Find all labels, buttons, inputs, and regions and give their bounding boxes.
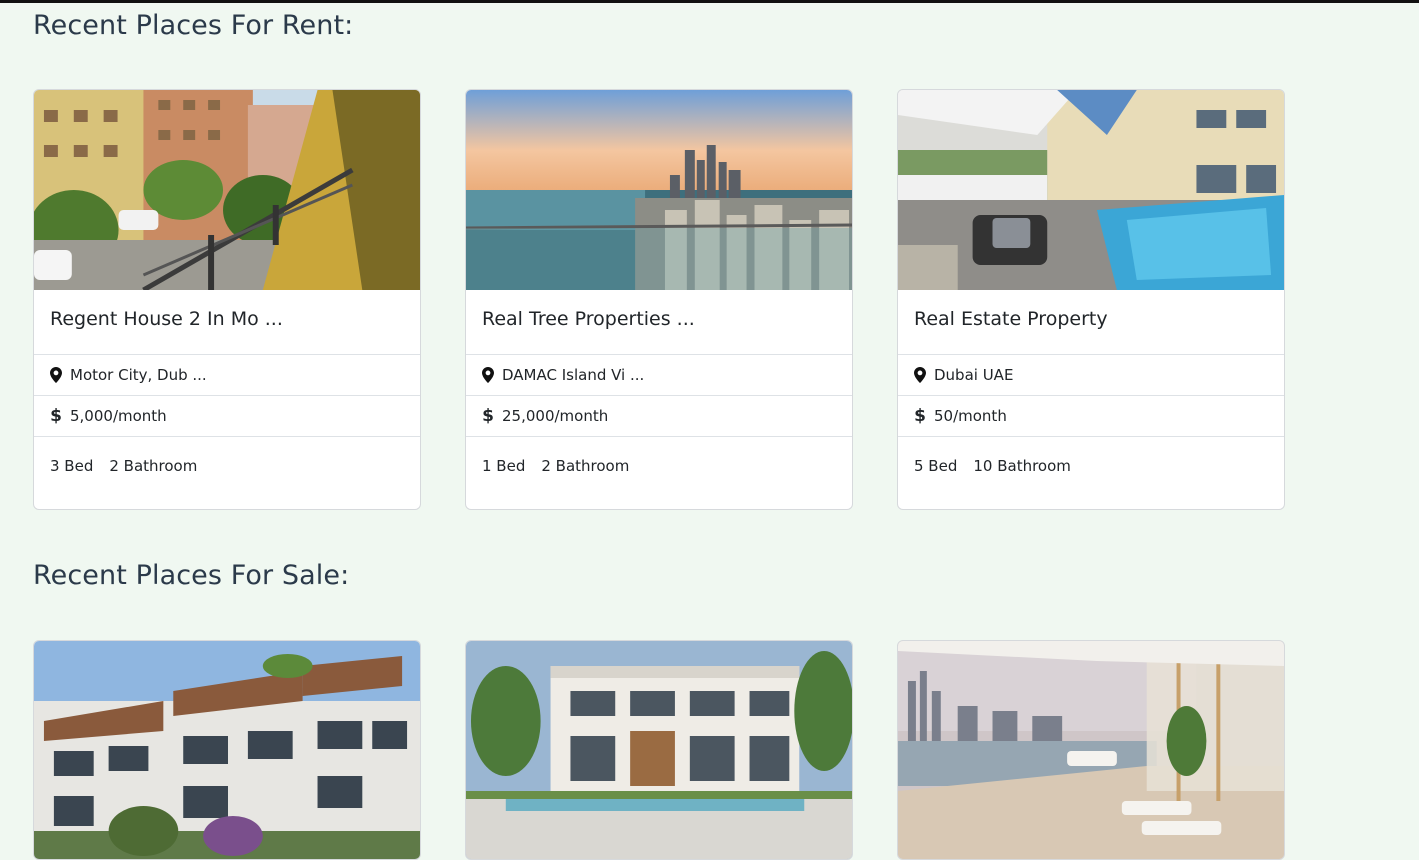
features-row: 5 Bed 10 Bathroom [898, 437, 1284, 509]
location-text: Dubai UAE [934, 366, 1014, 384]
price-row: $ 50/month [898, 396, 1284, 437]
property-image[interactable] [466, 641, 852, 859]
sale-card[interactable] [33, 640, 421, 860]
property-image[interactable] [898, 90, 1284, 290]
map-marker-icon [914, 367, 926, 383]
price-row: $ 5,000/month [34, 396, 420, 437]
beds-text: 1 Bed [482, 457, 526, 475]
price-text: 50/month [934, 407, 1007, 425]
property-image[interactable] [466, 90, 852, 290]
top-border [0, 0, 1419, 3]
baths-text: 2 Bathroom [109, 457, 198, 475]
beds-text: 5 Bed [914, 457, 958, 475]
baths-text: 10 Bathroom [973, 457, 1071, 475]
rent-section-title: Recent Places For Rent: [33, 10, 354, 41]
price-row: $ 25,000/month [466, 396, 852, 437]
sale-section-title: Recent Places For Sale: [33, 560, 350, 591]
property-image[interactable] [34, 641, 420, 859]
map-marker-icon [50, 367, 62, 383]
location-text: Motor City, Dub ... [70, 366, 207, 384]
beds-text: 3 Bed [50, 457, 94, 475]
sale-card[interactable] [897, 640, 1285, 860]
location-row: DAMAC Island Vi ... [466, 355, 852, 396]
dollar-icon: $ [914, 406, 926, 426]
property-image[interactable] [34, 90, 420, 290]
property-title[interactable]: Real Estate Property [898, 290, 1284, 355]
price-text: 25,000/month [502, 407, 609, 425]
dollar-icon: $ [482, 406, 494, 426]
rent-card[interactable]: Regent House 2 In Mo ... Motor City, Dub… [33, 89, 421, 510]
sale-card[interactable] [465, 640, 853, 860]
location-text: DAMAC Island Vi ... [502, 366, 645, 384]
baths-text: 2 Bathroom [541, 457, 630, 475]
dollar-icon: $ [50, 406, 62, 426]
location-row: Motor City, Dub ... [34, 355, 420, 396]
rent-card[interactable]: Real Estate Property Dubai UAE $ 50/mont… [897, 89, 1285, 510]
features-row: 1 Bed 2 Bathroom [466, 437, 852, 509]
price-text: 5,000/month [70, 407, 167, 425]
location-row: Dubai UAE [898, 355, 1284, 396]
map-marker-icon [482, 367, 494, 383]
property-title[interactable]: Regent House 2 In Mo ... [34, 290, 420, 355]
rent-card[interactable]: Real Tree Properties ... DAMAC Island Vi… [465, 89, 853, 510]
property-image[interactable] [898, 641, 1284, 859]
features-row: 3 Bed 2 Bathroom [34, 437, 420, 509]
property-title[interactable]: Real Tree Properties ... [466, 290, 852, 355]
